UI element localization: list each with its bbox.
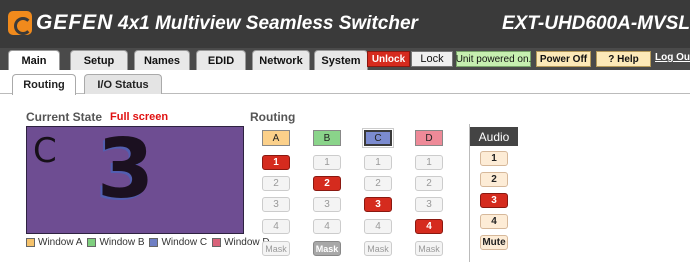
legend-item: Window D bbox=[212, 237, 270, 248]
audio-input-2-button[interactable]: 2 bbox=[480, 172, 508, 187]
tab-system[interactable]: System bbox=[314, 50, 368, 70]
lock-button[interactable]: Lock bbox=[411, 51, 453, 67]
tab-setup[interactable]: Setup bbox=[70, 50, 128, 70]
audio-title: Audio bbox=[470, 127, 518, 146]
audio-input-3-button[interactable]: 3 bbox=[480, 193, 508, 208]
tab-edid[interactable]: EDID bbox=[196, 50, 246, 70]
gefen-logo-icon bbox=[8, 11, 32, 35]
sub-tabs: Routing I/O Status bbox=[0, 70, 690, 95]
routing-title: Routing bbox=[250, 110, 296, 124]
route-c-input-3[interactable]: 3 bbox=[364, 197, 392, 212]
route-d-input-4[interactable]: 4 bbox=[415, 219, 443, 234]
column-header-d[interactable]: D bbox=[415, 130, 443, 146]
multiview-preview: C 3 3 bbox=[26, 126, 244, 234]
legend-label: Window B bbox=[99, 237, 145, 248]
mask-button-d[interactable]: Mask bbox=[415, 241, 443, 256]
power-off-button[interactable]: Power Off bbox=[536, 51, 591, 67]
app-header: GEFEN 4x1 Multiview Seamless Switcher EX… bbox=[0, 0, 690, 48]
route-d-input-2[interactable]: 2 bbox=[415, 176, 443, 191]
legend-item: Window B bbox=[87, 237, 144, 248]
column-header-c[interactable]: C bbox=[362, 128, 394, 148]
logo-text: GEFEN bbox=[36, 11, 114, 34]
subtab-io-status[interactable]: I/O Status bbox=[84, 74, 162, 94]
tab-names[interactable]: Names bbox=[134, 50, 190, 70]
power-status-badge: Unit powered on. bbox=[456, 51, 531, 67]
main-nav: Main Setup Names EDID Network System Unl… bbox=[0, 48, 690, 71]
gefen-logo: GEFEN bbox=[8, 11, 113, 35]
unlock-button[interactable]: Unlock bbox=[367, 51, 410, 67]
legend-label: Window C bbox=[161, 237, 208, 248]
route-b-input-2[interactable]: 2 bbox=[313, 176, 341, 191]
route-b-input-4[interactable]: 4 bbox=[313, 219, 341, 234]
column-header-a[interactable]: A bbox=[262, 130, 290, 146]
audio-mute-button[interactable]: Mute bbox=[480, 235, 508, 250]
column-header-b[interactable]: B bbox=[313, 130, 341, 146]
legend-item: Window A bbox=[26, 237, 82, 248]
model-number: EXT-UHD600A-MVSL-41 bbox=[502, 13, 690, 34]
preview-glyph-c: C bbox=[33, 131, 57, 171]
legend-label: Window A bbox=[38, 237, 83, 248]
legend-item: Window C bbox=[149, 237, 207, 248]
legend-swatch-d bbox=[212, 238, 222, 247]
display-mode-label: Full screen bbox=[110, 111, 169, 123]
app-title: 4x1 Multiview Seamless Switcher bbox=[118, 13, 418, 34]
preview-glyph-3: 3 bbox=[97, 126, 155, 217]
route-a-input-1[interactable]: 1 bbox=[262, 155, 290, 170]
current-state-title: Current State bbox=[26, 110, 103, 124]
audio-input-1-button[interactable]: 1 bbox=[480, 151, 508, 166]
route-d-input-3[interactable]: 3 bbox=[415, 197, 443, 212]
route-a-input-2[interactable]: 2 bbox=[262, 176, 290, 191]
legend-swatch-c bbox=[149, 238, 159, 247]
route-c-input-4[interactable]: 4 bbox=[364, 219, 392, 234]
mask-button-a[interactable]: Mask bbox=[262, 241, 290, 256]
route-c-input-1[interactable]: 1 bbox=[364, 155, 392, 170]
route-b-input-3[interactable]: 3 bbox=[313, 197, 341, 212]
route-b-input-1[interactable]: 1 bbox=[313, 155, 341, 170]
mask-button-b[interactable]: Mask bbox=[313, 241, 341, 256]
route-d-input-1[interactable]: 1 bbox=[415, 155, 443, 170]
audio-input-4-button[interactable]: 4 bbox=[480, 214, 508, 229]
legend-swatch-a bbox=[26, 238, 35, 247]
route-a-input-4[interactable]: 4 bbox=[262, 219, 290, 234]
tab-main[interactable]: Main bbox=[8, 50, 60, 71]
route-a-input-3[interactable]: 3 bbox=[262, 197, 290, 212]
subtab-routing[interactable]: Routing bbox=[12, 74, 76, 95]
legend-swatch-b bbox=[87, 238, 97, 247]
tab-network[interactable]: Network bbox=[252, 50, 310, 70]
logout-link[interactable]: Log Out bbox=[655, 52, 690, 63]
window-legend: Window A Window B Window C Window D bbox=[26, 237, 275, 248]
mask-button-c[interactable]: Mask bbox=[364, 241, 392, 256]
route-c-input-2[interactable]: 2 bbox=[364, 176, 392, 191]
help-button[interactable]: ? Help bbox=[596, 51, 651, 67]
